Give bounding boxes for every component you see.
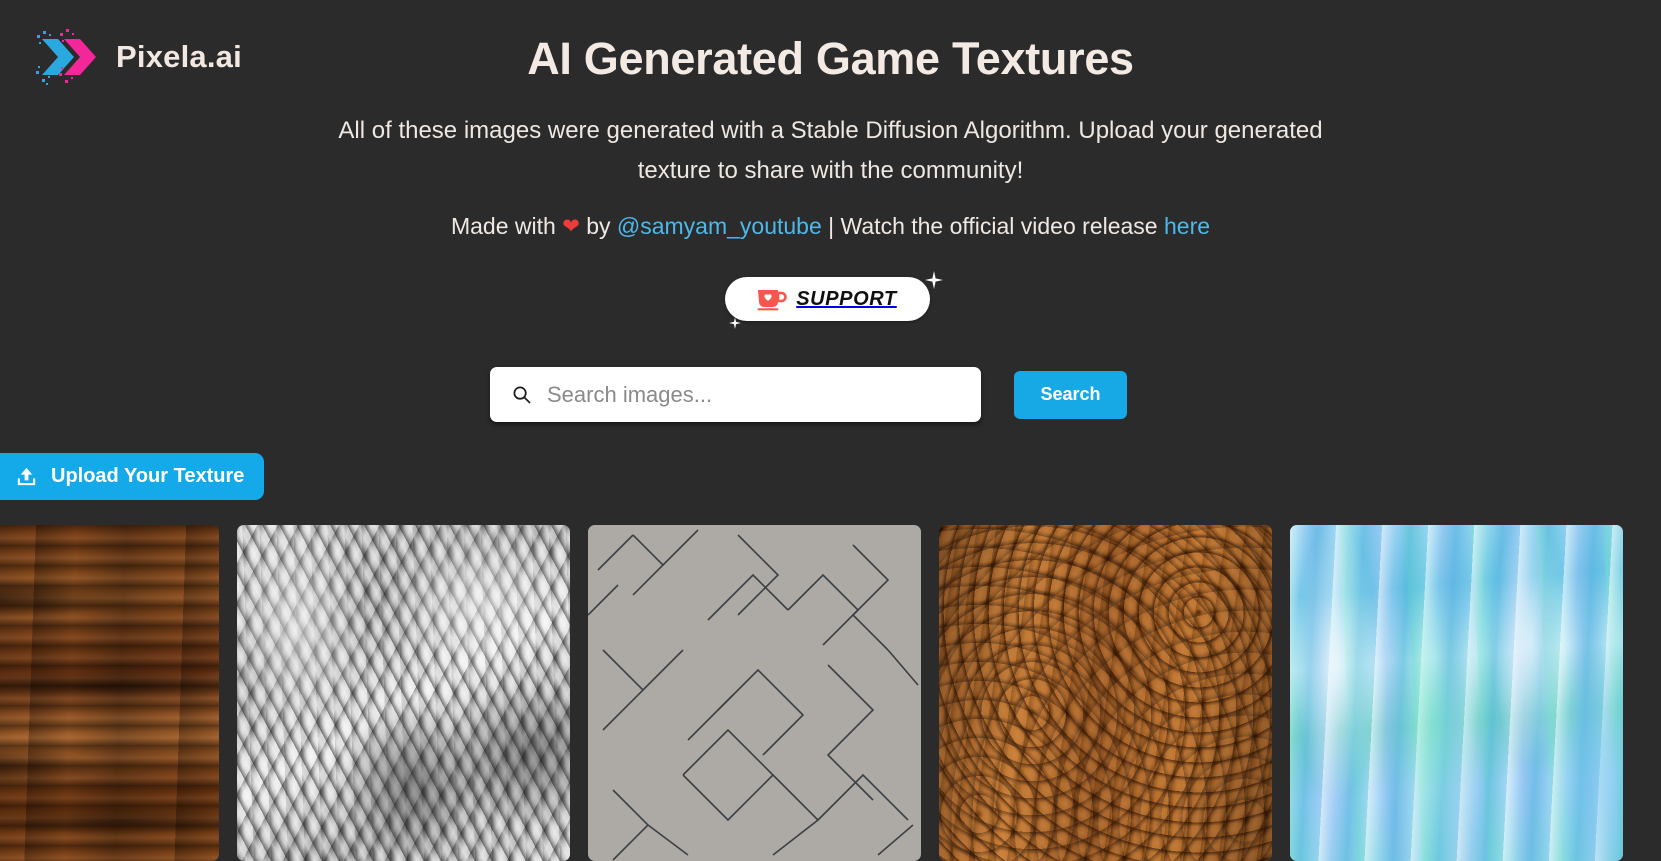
search-box[interactable] [490,367,981,422]
credit-middle: Watch the official video release [840,213,1158,239]
texture-image-blue-watercolor-streaks [1290,525,1623,861]
texture-card[interactable] [588,525,921,861]
video-release-link[interactable]: here [1164,213,1210,239]
credit-prefix: Made with [450,213,556,239]
sparkle-icon [924,271,943,289]
texture-card[interactable] [1290,525,1623,861]
search-icon [513,386,531,404]
texture-card[interactable] [939,525,1272,861]
page-subtitle: All of these images were generated with … [338,117,1323,184]
upload-texture-label: Upload Your Texture [51,465,245,487]
search-row: Search [490,367,1127,422]
support-button[interactable]: SUPPORT [724,277,930,321]
texture-image-grayscale-fur [237,525,570,861]
coffee-cup-heart-icon [757,290,788,311]
credit-by: by [586,213,611,239]
texture-image-gray-herringbone-tile [588,525,921,861]
upload-texture-button[interactable]: Upload Your Texture [0,453,265,500]
texture-card[interactable] [237,525,570,861]
texture-image-dark-wood-plank [0,525,219,861]
author-link[interactable]: @samyam_youtube [617,213,822,239]
upload-icon [17,467,36,486]
support-badge-wrap: SUPPORT [724,271,943,329]
search-button[interactable]: Search [1014,370,1127,419]
page-title: AI Generated Game Textures [527,33,1134,84]
texture-gallery [0,525,1623,861]
app-root: Pixela.ai AI Generated Game Textures All… [0,0,1661,861]
credit-line: Made with ❤ by @samyam_youtube | Watch t… [0,213,1661,240]
search-input[interactable] [547,374,947,415]
support-label: SUPPORT [796,287,897,310]
heart-icon: ❤ [562,215,580,238]
texture-card[interactable] [0,525,219,861]
texture-image-orange-wood-rings [939,525,1272,861]
credit-separator: | [828,213,835,239]
